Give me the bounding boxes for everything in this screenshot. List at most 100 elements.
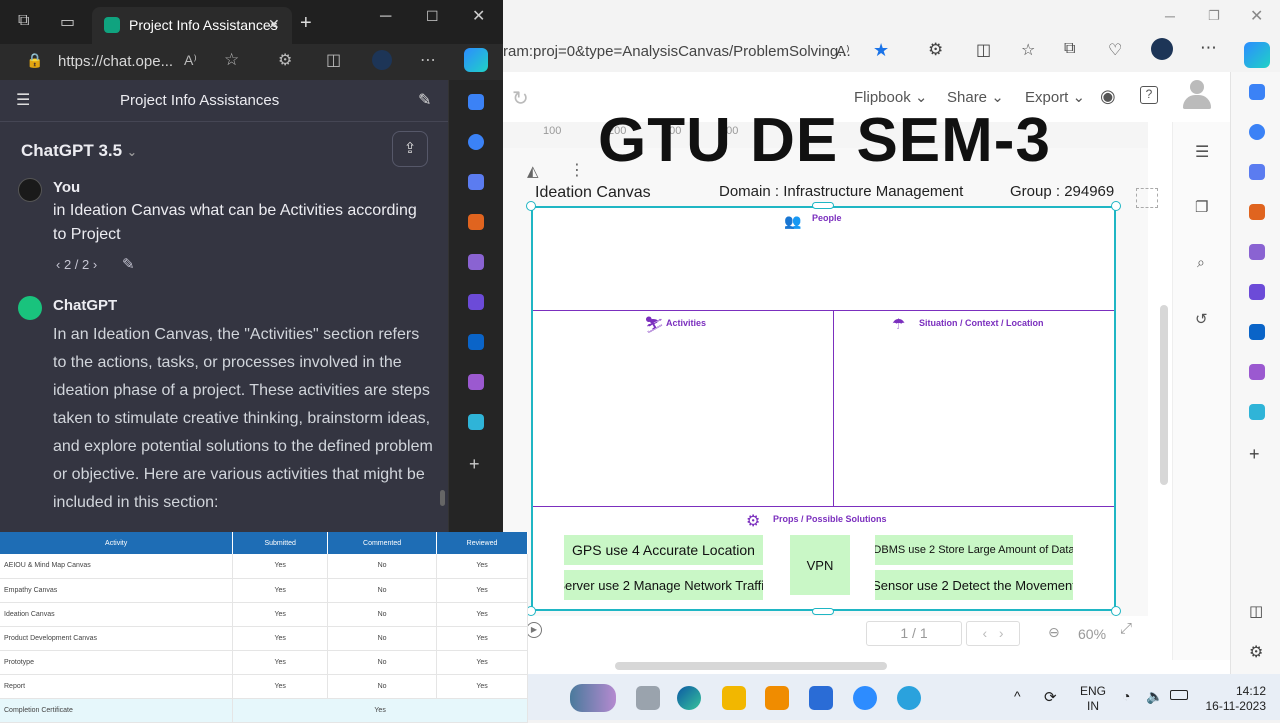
drop-icon[interactable] xyxy=(1249,404,1265,420)
crop-icon[interactable] xyxy=(1136,188,1158,208)
task-view-icon[interactable] xyxy=(636,686,660,710)
page-indicator[interactable]: 1 / 1 xyxy=(866,621,962,646)
tag-icon[interactable] xyxy=(468,174,484,190)
collections-icon[interactable]: ⧉ xyxy=(1064,40,1075,58)
widgets-icon[interactable] xyxy=(570,684,616,712)
response-pager[interactable]: ‹ 2 / 2 › xyxy=(56,257,97,272)
search-icon[interactable] xyxy=(468,134,484,150)
extensions-icon[interactable]: ⚙ xyxy=(278,50,292,70)
chevron-up-icon[interactable]: ^ xyxy=(1014,688,1021,704)
flipbook-menu[interactable]: Flipbook ⌄ xyxy=(854,88,927,106)
app-icon[interactable] xyxy=(765,686,789,710)
resize-handle[interactable] xyxy=(812,202,834,209)
toolbox-icon[interactable] xyxy=(1249,204,1265,220)
minimize-icon[interactable]: ─ xyxy=(1165,8,1175,24)
sliders-icon[interactable]: ☰ xyxy=(1195,142,1209,162)
share-menu[interactable]: Share ⌄ xyxy=(947,88,1004,106)
read-aloud-icon[interactable]: A⁾ xyxy=(836,42,850,60)
designer-icon[interactable] xyxy=(468,374,484,390)
add-icon[interactable]: + xyxy=(469,454,480,475)
close-icon[interactable]: ✕ xyxy=(1250,6,1263,26)
export-menu[interactable]: Export ⌄ xyxy=(1025,88,1085,106)
solution-note-gps[interactable]: GPS use 4 Accurate Location xyxy=(564,535,763,565)
close-icon[interactable]: ✕ xyxy=(472,6,485,26)
minimize-icon[interactable]: ─ xyxy=(380,8,391,26)
fit-icon[interactable]: ⤢ xyxy=(1120,620,1132,637)
wifi-icon[interactable]: ◔ xyxy=(1122,688,1130,704)
restore-icon[interactable]: ❐ xyxy=(1208,8,1220,24)
model-selector[interactable]: ChatGPT 3.5 ⌄ xyxy=(21,141,137,161)
health-icon[interactable]: ♡ xyxy=(1108,40,1122,60)
language-indicator[interactable]: ENG IN xyxy=(1080,684,1106,714)
more-menu-icon[interactable]: ⋯ xyxy=(1200,38,1217,58)
active-tab[interactable]: Project Info Assistances ✕ xyxy=(92,7,292,44)
zoom-icon[interactable] xyxy=(853,686,877,710)
horizontal-scrollbar[interactable] xyxy=(615,662,887,670)
bell-icon[interactable] xyxy=(1249,84,1265,100)
vertical-scrollbar[interactable] xyxy=(1160,305,1168,485)
resize-handle[interactable] xyxy=(526,201,536,211)
new-chat-icon[interactable]: ✎ xyxy=(418,90,431,110)
solution-note-dbms[interactable]: DBMS use 2 Store Large Amount of Data xyxy=(875,535,1073,565)
search-icon[interactable]: ⌕ xyxy=(1197,254,1205,271)
user-avatar-icon[interactable] xyxy=(1183,80,1211,110)
battery-icon[interactable] xyxy=(1170,690,1188,700)
add-icon[interactable]: + xyxy=(1249,444,1260,465)
office-icon[interactable] xyxy=(468,294,484,310)
edge-taskbar-icon[interactable] xyxy=(677,686,701,710)
designer-icon[interactable] xyxy=(1249,364,1265,380)
favorites-icon[interactable]: ☆ xyxy=(1021,40,1035,60)
new-tab-icon[interactable]: + xyxy=(300,12,312,35)
copilot-icon[interactable] xyxy=(464,48,488,72)
settings-icon[interactable]: ⚙ xyxy=(1249,642,1263,662)
close-tab-icon[interactable]: ✕ xyxy=(268,16,280,33)
games-icon[interactable] xyxy=(468,254,484,270)
bell-icon[interactable] xyxy=(468,94,484,110)
tab-actions-icon[interactable]: ▭ xyxy=(60,12,75,32)
more-menu-icon[interactable]: ⋯ xyxy=(420,50,436,70)
tag-icon[interactable] xyxy=(1249,164,1265,180)
favorite-star-icon[interactable]: ☆ xyxy=(224,50,239,70)
play-icon[interactable]: ▶ xyxy=(526,622,542,638)
extensions-icon[interactable]: ⚙ xyxy=(928,40,943,60)
workspaces-icon[interactable]: ⧉ xyxy=(18,12,29,30)
drop-icon[interactable] xyxy=(468,414,484,430)
office-icon[interactable] xyxy=(1249,284,1265,300)
resize-handle[interactable] xyxy=(812,608,834,615)
games-icon[interactable] xyxy=(1249,244,1265,260)
edit-icon[interactable]: ✎ xyxy=(122,255,135,273)
solution-note-server[interactable]: Server use 2 Manage Network Traffic xyxy=(564,570,763,600)
zoom-level[interactable]: 60% xyxy=(1078,626,1106,642)
page-nav[interactable]: ‹ › xyxy=(966,621,1020,646)
pages-icon[interactable]: ❐ xyxy=(1195,198,1208,216)
outlook-icon[interactable] xyxy=(468,334,484,350)
read-aloud-icon[interactable]: A⁾ xyxy=(184,52,197,69)
flip-icon[interactable]: ◭ xyxy=(527,162,539,180)
right-address-bar[interactable]: ram:proj=0&type=AnalysisCanvas/ProblemSo… xyxy=(503,36,1230,68)
favorite-star-icon[interactable]: ★ xyxy=(873,40,889,61)
vertical-dots-icon[interactable]: ⋮ xyxy=(569,160,585,180)
outlook-icon[interactable] xyxy=(1249,324,1265,340)
share-icon[interactable]: ⇪ xyxy=(392,131,428,167)
profile-avatar[interactable] xyxy=(372,50,392,70)
volume-icon[interactable]: 🔈 xyxy=(1146,688,1163,705)
eye-icon[interactable]: ◉ xyxy=(1100,86,1116,107)
help-icon[interactable]: ? xyxy=(1140,86,1158,104)
redo-icon[interactable]: ↻ xyxy=(512,86,529,111)
left-url[interactable]: https://chat.ope... xyxy=(58,53,173,70)
split-screen-icon[interactable]: ◫ xyxy=(326,50,341,70)
menu-icon[interactable]: ☰ xyxy=(16,90,30,110)
sidebar-toggle-icon[interactable]: ◫ xyxy=(1249,602,1263,620)
resize-handle[interactable] xyxy=(1111,201,1121,211)
split-screen-icon[interactable]: ◫ xyxy=(976,40,991,60)
vs-code-icon[interactable] xyxy=(809,686,833,710)
lock-icon[interactable]: 🔒 xyxy=(26,52,43,69)
history-icon[interactable]: ↺ xyxy=(1195,310,1208,328)
sync-icon[interactable]: ⟳ xyxy=(1044,688,1057,706)
file-explorer-icon[interactable] xyxy=(722,686,746,710)
right-url[interactable]: ram:proj=0&type=AnalysisCanvas/ProblemSo… xyxy=(503,43,851,60)
chat-scrollbar[interactable] xyxy=(440,490,445,506)
clock[interactable]: 14:12 16-11-2023 xyxy=(1200,684,1267,714)
copilot-icon[interactable] xyxy=(1244,42,1270,68)
profile-avatar[interactable] xyxy=(1151,38,1173,60)
